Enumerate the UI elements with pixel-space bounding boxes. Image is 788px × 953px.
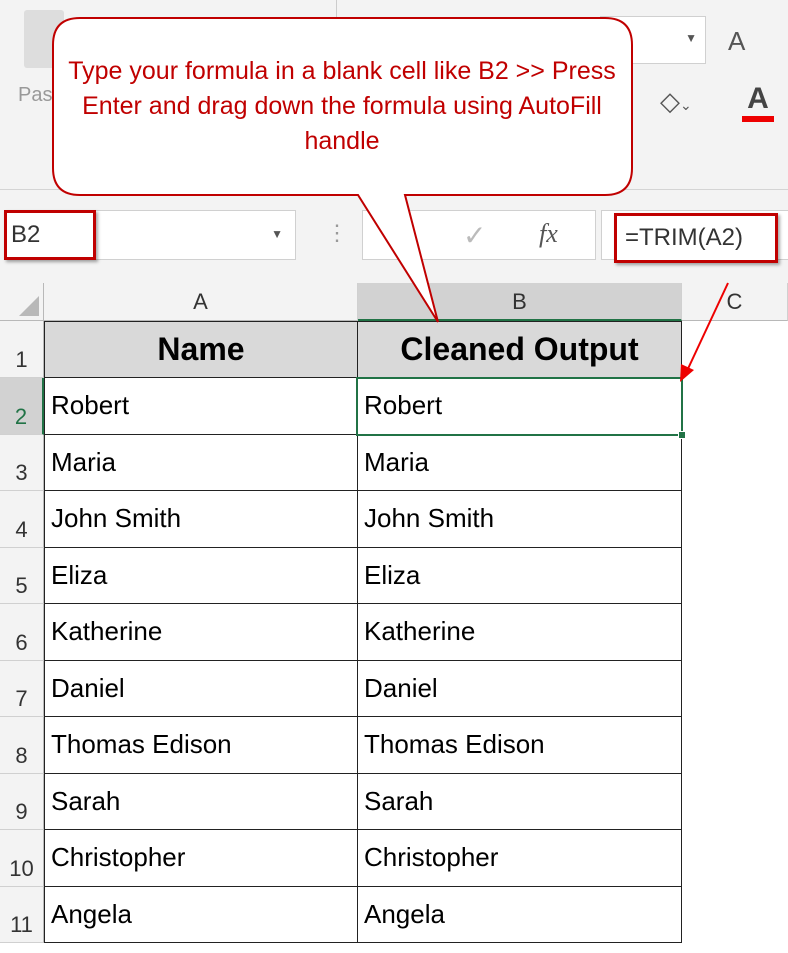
callout-text: Type your formula in a blank cell like B… [68, 57, 616, 155]
arrow-head-icon [680, 364, 694, 382]
arrow-line [685, 282, 729, 374]
